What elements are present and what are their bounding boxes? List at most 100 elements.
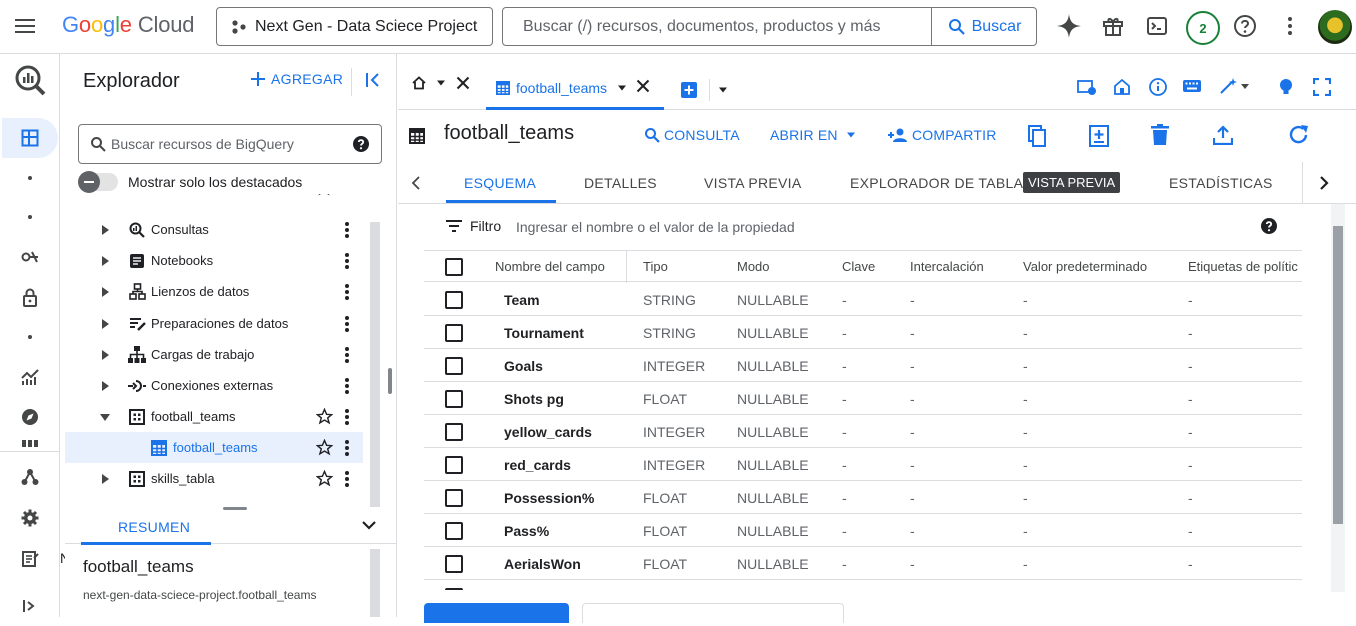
rail-dot-icon[interactable] (0, 317, 60, 357)
fullscreen-icon[interactable] (1313, 78, 1331, 96)
tree-item-data-preparations[interactable]: Preparaciones de datos (65, 308, 363, 339)
pipeline-icon[interactable] (0, 457, 60, 497)
column-header[interactable]: Nombre del campo (495, 259, 605, 274)
tab-summary[interactable]: RESUMEN (118, 519, 190, 535)
search-input[interactable]: Buscar (/) recursos, documentos, product… (523, 18, 880, 36)
analytics-icon[interactable] (0, 357, 60, 397)
star-icon[interactable] (316, 408, 333, 425)
edit-schema-button[interactable] (424, 603, 569, 623)
close-icon[interactable] (636, 79, 650, 93)
google-cloud-logo[interactable]: Google Cloud (62, 12, 194, 38)
row-checkbox[interactable] (445, 291, 463, 309)
cloud-shell-icon[interactable] (1143, 12, 1171, 40)
global-search[interactable]: Buscar (/) recursos, documentos, product… (502, 7, 1037, 46)
home-icon[interactable] (412, 76, 426, 90)
panel-resize-handle[interactable] (388, 368, 392, 394)
select-all-checkbox[interactable] (445, 258, 463, 276)
release-notes-icon[interactable] (0, 539, 60, 579)
table-row[interactable]: Tournament STRING NULLABLE - - - - (424, 316, 1302, 349)
explore-icon[interactable] (0, 397, 60, 437)
add-box-icon[interactable] (681, 82, 697, 98)
filter-button[interactable]: Filtro (446, 218, 501, 234)
partial-rail-icon[interactable] (0, 437, 60, 451)
delete-icon[interactable] (1151, 124, 1169, 146)
collapse-arrow-icon[interactable] (99, 411, 111, 423)
table-scrollbar[interactable] (1333, 226, 1343, 524)
lock-icon[interactable] (0, 277, 60, 317)
chevron-right-icon[interactable] (1319, 176, 1329, 190)
search-button[interactable]: Buscar (931, 8, 1037, 45)
column-header[interactable]: Modo (737, 259, 770, 274)
notification-badge[interactable]: 2 (1186, 11, 1220, 45)
table-row[interactable]: Shots pg FLOAT NULLABLE - - - - (424, 382, 1302, 415)
main-menu-icon[interactable] (14, 16, 36, 36)
copy-icon[interactable] (1028, 125, 1046, 147)
expand-arrow-icon[interactable] (99, 318, 111, 330)
tree-item-consultas[interactable]: Consultas (65, 214, 363, 245)
tab-schema[interactable]: ESQUEMA (464, 175, 536, 191)
tree-item-dataset-football-teams[interactable]: football_teams (65, 401, 363, 432)
settings-icon[interactable] (0, 498, 60, 538)
more-vert-icon[interactable] (345, 377, 349, 394)
dropdown-arrow-icon[interactable] (718, 87, 728, 93)
rail-dot-icon[interactable] (0, 158, 60, 198)
explorer-scrollbar[interactable] (370, 222, 380, 507)
refresh-icon[interactable] (1288, 124, 1310, 146)
tree-item-table-football-teams[interactable]: football_teams (65, 432, 363, 463)
expand-arrow-icon[interactable] (99, 255, 111, 267)
more-vert-icon[interactable] (345, 408, 349, 425)
help-icon[interactable] (1231, 12, 1259, 40)
snapshot-icon[interactable] (1089, 125, 1109, 147)
magic-wand-icon[interactable] (1219, 78, 1251, 94)
expand-arrow-icon[interactable] (99, 286, 111, 298)
more-vert-icon[interactable] (345, 221, 349, 238)
bigquery-logo-icon[interactable] (0, 60, 60, 100)
more-vert-icon[interactable] (345, 346, 349, 363)
column-header[interactable]: Clave (842, 259, 875, 274)
row-checkbox[interactable] (445, 555, 463, 573)
more-vert-icon[interactable] (345, 315, 349, 332)
starred-only-toggle[interactable]: Mostrar solo los destacados (78, 171, 302, 193)
expand-arrow-icon[interactable] (99, 349, 111, 361)
expand-rail-icon[interactable] (0, 586, 60, 626)
table-row[interactable]: Team STRING NULLABLE - - - - (424, 283, 1302, 316)
table-row[interactable]: Pass% FLOAT NULLABLE - - - - (424, 514, 1302, 547)
filter-input[interactable]: Ingresar el nombre o el valor de la prop… (516, 219, 795, 235)
tree-item-workloads[interactable]: Cargas de trabajo (65, 339, 363, 370)
bigquery-search-field[interactable]: Buscar recursos de BigQuery (78, 124, 382, 164)
table-row[interactable]: AerialsWon FLOAT NULLABLE - - - - (424, 547, 1302, 580)
collapse-panel-icon[interactable] (365, 71, 383, 89)
row-checkbox[interactable] (445, 324, 463, 342)
transfer-icon[interactable] (0, 237, 60, 277)
row-checkbox[interactable] (445, 588, 463, 590)
project-selector[interactable]: Next Gen - Data Sciece Project (216, 7, 493, 46)
studio-nav-icon[interactable] (2, 118, 58, 158)
info-icon[interactable] (1149, 78, 1167, 96)
more-vert-icon[interactable] (345, 283, 349, 300)
tree-item-data-canvases[interactable]: Lienzos de datos (65, 276, 363, 307)
expand-arrow-icon[interactable] (99, 380, 111, 392)
expand-arrow-icon[interactable] (99, 473, 111, 485)
new-tab-button[interactable] (681, 79, 728, 101)
export-icon[interactable] (1213, 125, 1233, 145)
row-checkbox[interactable] (445, 456, 463, 474)
rail-dot-icon[interactable] (0, 197, 60, 237)
star-icon[interactable] (316, 194, 332, 196)
dropdown-arrow-icon[interactable] (617, 85, 627, 91)
add-button[interactable]: AGREGAR (251, 71, 343, 87)
tab-football-teams[interactable]: football_teams (486, 68, 664, 110)
table-row[interactable]: Possession% FLOAT NULLABLE - - - - (424, 481, 1302, 514)
more-vert-icon[interactable] (345, 439, 349, 456)
tab-details[interactable]: DETALLES (584, 175, 657, 191)
home-outline-icon[interactable] (1113, 78, 1131, 96)
tab-preview[interactable]: VISTA PREVIA (704, 175, 802, 191)
bigquery-search-input[interactable]: Buscar recursos de BigQuery (111, 136, 294, 152)
row-checkbox[interactable] (445, 357, 463, 375)
query-button[interactable]: CONSULTA (644, 127, 740, 143)
schedule-icon[interactable] (1077, 78, 1097, 96)
column-header[interactable]: Intercalación (910, 259, 984, 274)
close-icon[interactable] (456, 76, 470, 90)
column-header[interactable]: Etiquetas de polític (1188, 259, 1298, 274)
share-button[interactable]: COMPARTIR (888, 127, 997, 143)
column-header[interactable]: Valor predeterminado (1023, 259, 1147, 274)
